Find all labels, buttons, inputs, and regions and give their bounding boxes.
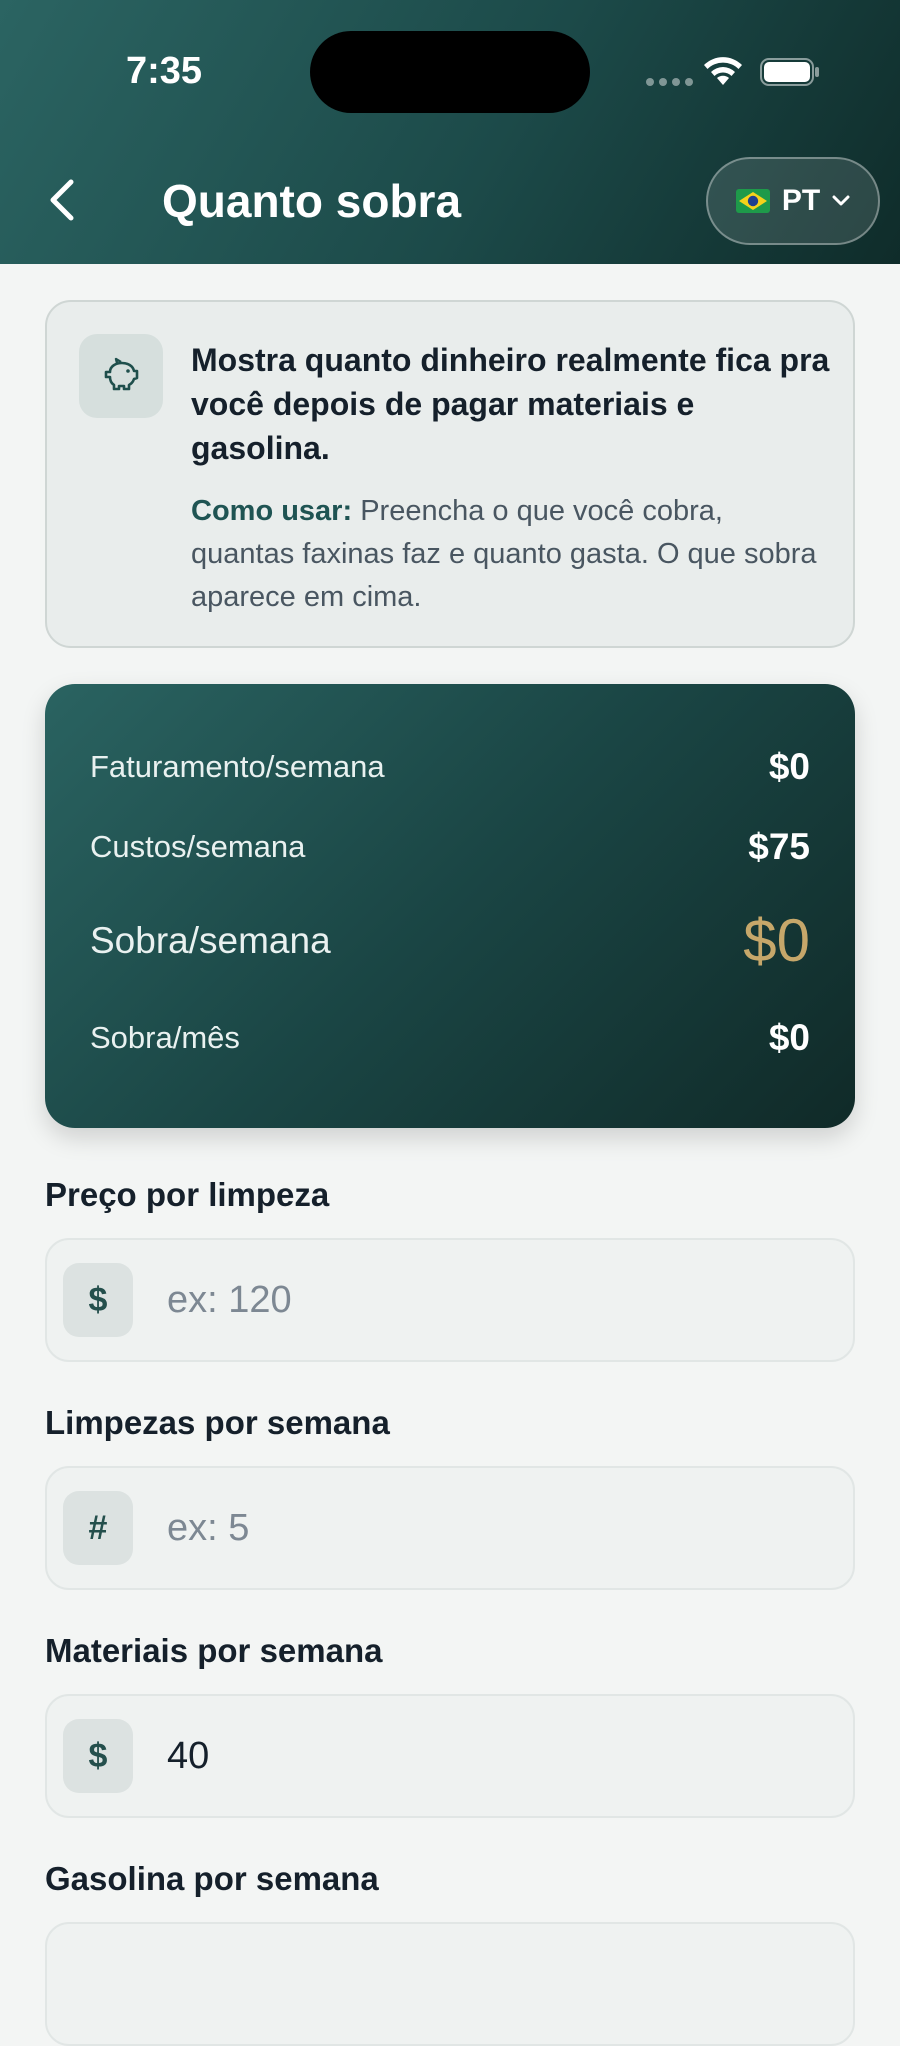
how-to-label: Como usar: bbox=[191, 495, 353, 527]
chevron-down-icon bbox=[832, 195, 850, 206]
price-input[interactable] bbox=[167, 1270, 827, 1330]
battery-icon bbox=[760, 58, 819, 86]
price-field[interactable]: $ bbox=[45, 1238, 855, 1362]
summary-card: Faturamento/semana $0 Custos/semana $75 … bbox=[45, 684, 855, 1128]
chevron-left-icon bbox=[50, 179, 74, 221]
back-button[interactable] bbox=[40, 170, 84, 230]
language-selector[interactable]: PT bbox=[706, 157, 880, 245]
language-label: PT bbox=[781, 184, 821, 217]
materials-field[interactable]: $ bbox=[45, 1694, 855, 1818]
costs-row: Custos/semana $75 bbox=[90, 826, 810, 868]
cleanings-label: Limpezas por semana bbox=[45, 1404, 390, 1441]
dollar-prefix-icon: $ bbox=[63, 1719, 133, 1793]
info-body: Como usar: Preencha o que você cobra, qu… bbox=[191, 490, 831, 619]
leftover-month-value: $0 bbox=[768, 1017, 810, 1058]
revenue-row: Faturamento/semana $0 bbox=[90, 746, 810, 788]
cellular-signal-icon bbox=[646, 78, 693, 86]
gas-field[interactable] bbox=[45, 1922, 855, 2046]
status-time: 7:35 bbox=[126, 50, 203, 92]
page-title: Quanto sobra bbox=[162, 175, 462, 227]
leftover-month-row: Sobra/mês $0 bbox=[90, 1017, 810, 1059]
info-icon-container bbox=[79, 334, 163, 418]
cleanings-input[interactable] bbox=[167, 1498, 827, 1558]
costs-value: $75 bbox=[748, 826, 810, 867]
gas-label: Gasolina por semana bbox=[45, 1860, 379, 1897]
info-card: Mostra quanto dinheiro realmente fica pr… bbox=[45, 300, 855, 648]
costs-label: Custos/semana bbox=[90, 829, 306, 864]
app-header: 7:35 Quanto sobra PT bbox=[0, 0, 900, 264]
leftover-week-label: Sobra/semana bbox=[90, 919, 331, 961]
wifi-icon bbox=[704, 57, 742, 85]
cleanings-field[interactable]: # bbox=[45, 1466, 855, 1590]
materials-label: Materiais por semana bbox=[45, 1632, 383, 1669]
leftover-week-row: Sobra/semana $0 bbox=[90, 906, 810, 975]
revenue-value: $0 bbox=[768, 746, 810, 787]
piggy-bank-icon bbox=[104, 357, 139, 391]
materials-input[interactable] bbox=[167, 1726, 827, 1786]
price-label: Preço por limpeza bbox=[45, 1176, 330, 1213]
brazil-flag-icon bbox=[735, 189, 770, 213]
hash-prefix-icon: # bbox=[63, 1491, 133, 1565]
leftover-week-value: $0 bbox=[743, 907, 810, 974]
info-heading: Mostra quanto dinheiro realmente fica pr… bbox=[191, 342, 830, 466]
leftover-month-label: Sobra/mês bbox=[90, 1020, 240, 1055]
dynamic-island bbox=[310, 31, 590, 113]
revenue-label: Faturamento/semana bbox=[90, 749, 385, 784]
dollar-prefix-icon: $ bbox=[63, 1263, 133, 1337]
